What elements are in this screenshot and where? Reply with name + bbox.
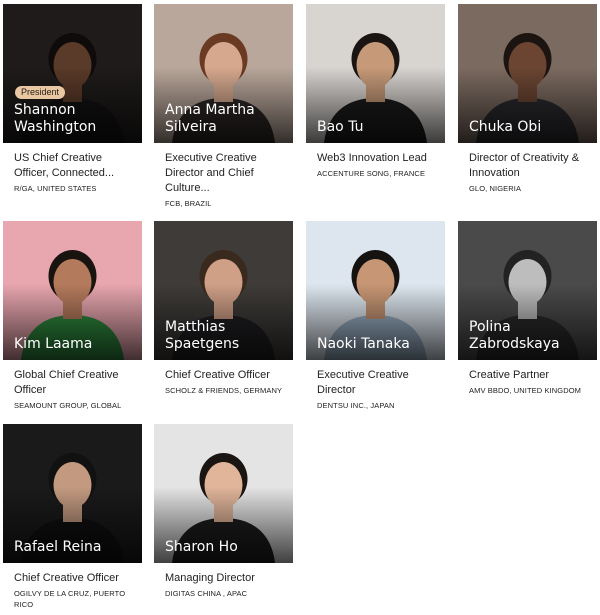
person-card[interactable]: President Shannon Washington US Chief Cr… [3, 4, 142, 194]
person-name: Kim Laama [14, 336, 93, 352]
person-agency: DIGITAS CHINA , APAC [165, 589, 248, 598]
person-agency: GLO, NIGERIA [469, 184, 522, 193]
person-card[interactable]: Matthias Spaetgens Chief Creative Office… [154, 221, 293, 396]
person-role: Global Chief Creative Officer [14, 369, 119, 396]
person-name: Shannon Washington [14, 102, 97, 135]
person-agency: DENTSU INC., JAPAN [317, 401, 395, 410]
person-photo: Matthias Spaetgens [154, 221, 293, 360]
status-badge: President [15, 86, 66, 99]
person-photo: Anna Martha Silveira [154, 4, 293, 143]
person-photo: Chuka Obi [458, 4, 597, 143]
person-role: Executive Creative Director and Chief Cu… [165, 152, 257, 194]
person-name: Naoki Tanaka [317, 336, 410, 352]
person-role: Creative Partner [469, 369, 550, 381]
person-agency: AMV BBDO, UNITED KINGDOM [469, 386, 581, 395]
person-name: Rafael Reina [14, 539, 102, 555]
person-agency: ACCENTURE SONG, FRANCE [317, 169, 426, 178]
person-role: Managing Director [165, 572, 255, 584]
person-agency: SCHOLZ & FRIENDS, GERMANY [165, 386, 283, 395]
person-card[interactable]: Chuka Obi Director of Creativity & Innov… [458, 4, 597, 194]
person-role: Director of Creativity & Innovation [469, 152, 580, 179]
person-name: Bao Tu [317, 119, 364, 135]
person-agency: R/GA, UNITED STATES [14, 184, 97, 193]
person-name: Sharon Ho [165, 539, 238, 555]
person-card[interactable]: Anna Martha Silveira Executive Creative … [154, 4, 293, 209]
person-photo: Sharon Ho [154, 424, 293, 563]
person-photo: Polina Zabrodskaya [458, 221, 597, 360]
person-photo: Naoki Tanaka [306, 221, 445, 360]
person-role: US Chief Creative Officer, Connected... [14, 152, 115, 179]
person-name: Matthias Spaetgens [165, 319, 240, 352]
person-card[interactable]: Naoki Tanaka Executive Creative Director… [306, 221, 445, 411]
person-role: Web3 Innovation Lead [317, 152, 427, 164]
person-photo: Kim Laama [3, 221, 142, 360]
person-card[interactable]: Bao Tu Web3 Innovation Lead ACCENTURE SO… [306, 4, 445, 179]
person-card[interactable]: Polina Zabrodskaya Creative Partner AMV … [458, 221, 597, 396]
person-photo: Bao Tu [306, 4, 445, 143]
person-photo: Rafael Reina [3, 424, 142, 563]
person-name: Anna Martha Silveira [165, 102, 255, 135]
person-name: Chuka Obi [469, 119, 542, 135]
person-agency: FCB, BRAZIL [165, 199, 212, 208]
person-agency: OGILVY DE LA CRUZ, PUERTO RICO [14, 589, 126, 609]
person-role: Chief Creative Officer [165, 369, 270, 381]
person-agency: SEAMOUNT GROUP, GLOBAL [14, 401, 122, 410]
person-role: Chief Creative Officer [14, 572, 119, 584]
person-name: Polina Zabrodskaya [469, 319, 560, 352]
person-card[interactable]: Kim Laama Global Chief Creative Officer … [3, 221, 142, 411]
person-photo: President Shannon Washington [3, 4, 142, 143]
person-card[interactable]: Rafael Reina Chief Creative Officer OGIL… [3, 424, 142, 610]
person-role: Executive Creative Director [317, 369, 409, 396]
person-card[interactable]: Sharon Ho Managing Director DIGITAS CHIN… [154, 424, 293, 599]
